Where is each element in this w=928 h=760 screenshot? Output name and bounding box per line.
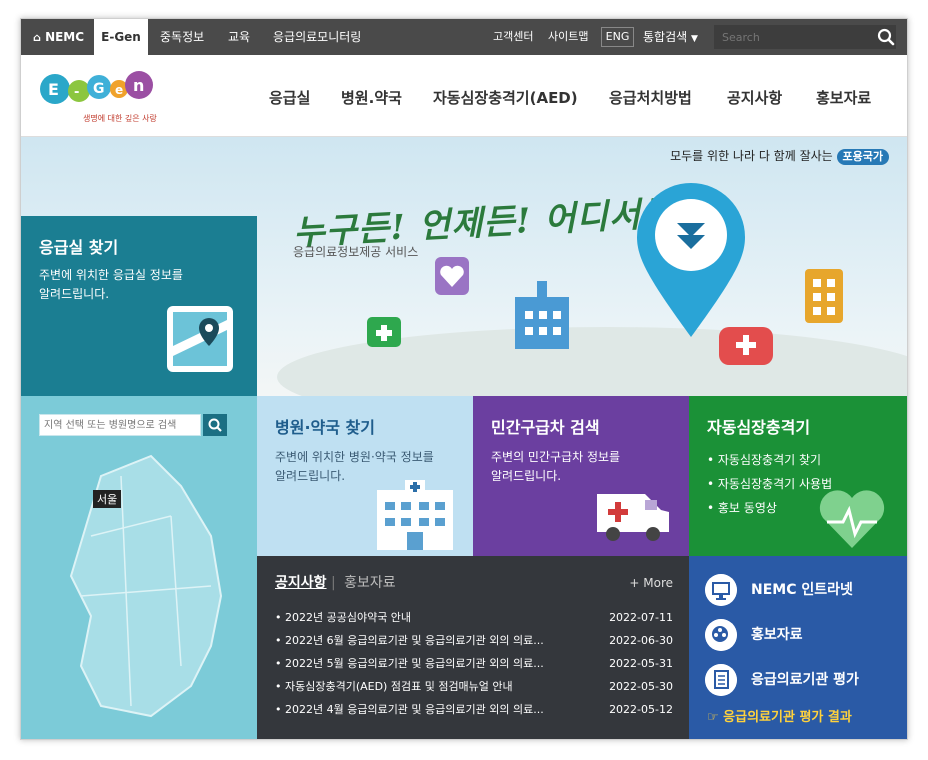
svg-text:G: G (93, 81, 105, 97)
heart-badge-icon (435, 257, 469, 295)
aed-tile[interactable]: 자동심장충격기 • 자동심장충격기 찾기 • 자동심장충격기 사용법 • 홍보 … (689, 396, 907, 556)
map-pin-icon (167, 306, 233, 372)
customer-center-link[interactable]: 고객센터 (493, 19, 533, 55)
ambulance-icon (597, 494, 669, 541)
notice-date: 2022-05-30 (609, 680, 673, 693)
korea-map-panel: 서울 (21, 396, 257, 739)
notice-item[interactable]: • 2022년 4월 응급의료기관 및 응급의료기관 외의 의료... 2022-… (275, 698, 673, 721)
more-link[interactable]: + More (629, 576, 673, 590)
hero-illustration (277, 183, 907, 397)
hospital-building-icon (515, 281, 569, 349)
tab-promo[interactable]: 홍보자료 (344, 575, 396, 591)
top-bar: ⌂ NEMC E-Gen 중독정보 교육 응급의료모니터링 고객센터 사이트맵 … (21, 19, 907, 55)
location-pin-icon (637, 183, 745, 337)
notice-date: 2022-06-30 (609, 634, 673, 647)
region-search-button[interactable] (203, 414, 227, 436)
pharmacy-icon (367, 317, 401, 347)
monitor-icon (705, 574, 737, 606)
tab-notice[interactable]: 공지사항 (275, 575, 327, 591)
nav-aed[interactable]: 자동심장충격기(AED) (433, 87, 578, 108)
notice-tabs: 공지사항 | 홍보자료 (275, 575, 396, 591)
private-ambulance-tile[interactable]: 민간구급차 검색 주변의 민간구급차 정보를 알려드립니다. (473, 396, 689, 556)
korea-map[interactable] (61, 446, 231, 736)
home-icon: ⌂ (33, 31, 41, 44)
nav-er[interactable]: 응급실 (269, 87, 310, 108)
tab-egen[interactable]: E-Gen (94, 19, 148, 55)
search-input[interactable] (714, 25, 896, 49)
search-icon (208, 418, 222, 432)
slogan-text: 모두를 위한 나라 다 함께 잘사는 (670, 149, 833, 163)
hospital-tile-desc1: 주변에 위치한 병원·약국 정보를 (275, 450, 434, 464)
building-icon (805, 269, 843, 323)
nav-promo[interactable]: 홍보자료 (816, 87, 871, 108)
hospital-icon (377, 480, 453, 550)
eval-result-link[interactable]: ☞ 응급의료기관 평가 결과 (707, 706, 852, 725)
notice-title: • 2022년 공공심야약국 안내 (275, 611, 412, 624)
logo-tagline: 생명에 대한 깊은 사랑 (83, 113, 158, 123)
eng-button[interactable]: ENG (601, 27, 634, 47)
film-reel-icon (705, 619, 737, 651)
er-title: 응급실 찾기 (39, 238, 119, 257)
svg-text:n: n (133, 76, 144, 95)
slogan-pill: 포용국가 (836, 149, 889, 165)
browser-frame: ⌂ NEMC E-Gen 중독정보 교육 응급의료모니터링 고객센터 사이트맵 … (20, 18, 908, 740)
document-icon (705, 664, 737, 696)
heart-rate-icon (819, 490, 885, 548)
er-desc-line1: 주변에 위치한 응급실 정보를 (39, 268, 183, 282)
ambulance-icon (719, 327, 773, 365)
er-finder-card[interactable]: 응급실 찾기 주변에 위치한 응급실 정보를 알려드립니다. (21, 216, 257, 396)
slogan: 모두를 위한 나라 다 함께 잘사는 포용국가 (670, 147, 889, 165)
search-icon[interactable] (877, 28, 895, 46)
search-scope-label: 통합검색 (643, 30, 688, 44)
er-desc-line2: 알려드립니다. (39, 287, 110, 301)
site-header: E - G e n 생명에 대한 깊은 사랑 응급실 병원.약국 자동심장충격기… (21, 55, 907, 137)
ambulance-tile-desc1: 주변의 민간구급차 정보를 (491, 450, 621, 464)
tab-education[interactable]: 교육 (228, 19, 250, 55)
ambulance-tile-title: 민간구급차 검색 (491, 418, 600, 437)
quick-links-panel: NEMC 인트라넷 홍보자료 응급의료기관 평가 ☞ 응급의료기관 평가 결과 (689, 556, 907, 739)
svg-text:e: e (115, 83, 123, 97)
region-search-input[interactable] (39, 414, 201, 436)
notice-title: • 자동심장충격기(AED) 점검표 및 점검매뉴얼 안내 (275, 680, 513, 693)
notice-title: • 2022년 5월 응급의료기관 및 응급의료기관 외의 의료... (275, 657, 544, 670)
notice-date: 2022-05-31 (609, 657, 673, 670)
hospital-tile-title: 병원·약국 찾기 (275, 418, 375, 437)
tab-monitoring[interactable]: 응급의료모니터링 (273, 19, 361, 55)
tab-nemc-label: NEMC (45, 30, 85, 44)
institution-eval-label: 응급의료기관 평가 (751, 672, 859, 688)
svg-text:-: - (74, 85, 79, 100)
notice-item[interactable]: • 2022년 공공심야약국 안내 2022-07-11 (275, 606, 673, 629)
svg-text:E: E (48, 80, 59, 99)
nemc-intranet-label: NEMC 인트라넷 (751, 582, 853, 598)
seoul-marker[interactable]: 서울 (93, 490, 122, 508)
notice-item[interactable]: • 2022년 5월 응급의료기관 및 응급의료기관 외의 의료... 2022-… (275, 652, 673, 675)
notice-title: • 2022년 4월 응급의료기관 및 응급의료기관 외의 의료... (275, 703, 544, 716)
notice-item[interactable]: • 2022년 6월 응급의료기관 및 응급의료기관 외의 의료... 2022-… (275, 629, 673, 652)
promo-material-label: 홍보자료 (751, 627, 803, 643)
tab-nemc[interactable]: ⌂ NEMC (33, 19, 84, 55)
aed-find-link[interactable]: • 자동심장충격기 찾기 (707, 448, 889, 472)
search-scope-select[interactable]: 통합검색 ▼ (643, 19, 698, 55)
notice-list: • 2022년 공공심야약국 안내 2022-07-11 • 2022년 6월 응… (275, 606, 673, 721)
tab-poison-info[interactable]: 중독정보 (160, 19, 204, 55)
sitemap-link[interactable]: 사이트맵 (548, 19, 588, 55)
egen-logo[interactable]: E - G e n 생명에 대한 깊은 사랑 (39, 65, 164, 129)
aed-tile-title: 자동심장충격기 (707, 418, 811, 437)
notice-item[interactable]: • 자동심장충격기(AED) 점검표 및 점검매뉴얼 안내 2022-05-30 (275, 675, 673, 698)
hospital-pharmacy-tile[interactable]: 병원·약국 찾기 주변에 위치한 병원·약국 정보를 알려드립니다. (257, 396, 473, 556)
notice-date: 2022-07-11 (609, 611, 673, 624)
nav-notice[interactable]: 공지사항 (727, 87, 782, 108)
notice-panel: 공지사항 | 홍보자료 + More • 2022년 공공심야약국 안내 2022… (257, 556, 689, 739)
notice-date: 2022-05-12 (609, 703, 673, 716)
chevron-down-icon: ▼ (691, 34, 698, 44)
nav-hospital-pharmacy[interactable]: 병원.약국 (341, 87, 402, 108)
nav-first-aid[interactable]: 응급처치방법 (609, 87, 692, 108)
notice-title: • 2022년 6월 응급의료기관 및 응급의료기관 외의 의료... (275, 634, 544, 647)
